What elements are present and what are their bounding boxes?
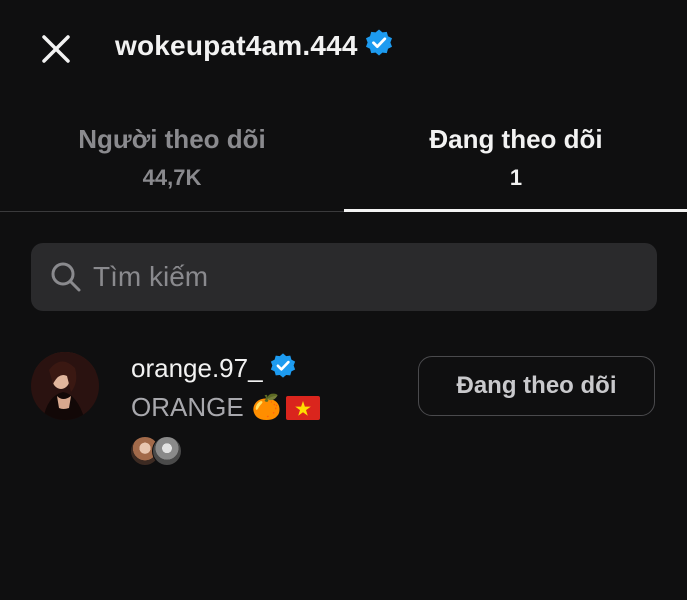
search-bar[interactable]: [31, 243, 657, 311]
verified-badge-icon: [364, 28, 394, 63]
close-button[interactable]: [38, 31, 74, 67]
vietnam-flag-icon: [285, 395, 320, 420]
mutual-followers[interactable]: [130, 436, 190, 466]
tab-followers[interactable]: Người theo dõi 44,7K: [0, 110, 344, 212]
tab-following[interactable]: Đang theo dõi 1: [344, 110, 687, 212]
following-button[interactable]: Đang theo dõi: [418, 356, 655, 416]
close-icon: [42, 35, 70, 63]
tab-followers-label: Người theo dõi: [78, 124, 266, 154]
mutual-avatar: [152, 436, 182, 466]
active-tab-indicator: [344, 209, 687, 212]
profile-title: wokeupat4am.444: [115, 28, 394, 63]
verified-badge-icon: [269, 352, 297, 385]
avatar[interactable]: [31, 352, 99, 420]
tab-followers-count: 44,7K: [142, 165, 202, 190]
following-list-item[interactable]: orange.97_ ORANGE 🍊 Đang theo dõi: [0, 340, 687, 480]
search-icon: [51, 262, 81, 292]
following-username: orange.97_: [131, 353, 263, 383]
tab-following-count: 1: [509, 165, 523, 190]
top-bar: wokeupat4am.444: [0, 0, 687, 96]
profile-username: wokeupat4am.444: [115, 29, 358, 61]
username-link[interactable]: orange.97_: [131, 352, 297, 385]
follow-tabs: Người theo dõi 44,7K Đang theo dõi 1: [0, 110, 687, 212]
orange-emoji: 🍊: [251, 394, 282, 421]
tab-following-label: Đang theo dõi: [429, 124, 603, 154]
full-name: ORANGE 🍊: [131, 392, 320, 423]
search-input[interactable]: [91, 256, 657, 298]
following-full-name: ORANGE: [131, 392, 244, 422]
